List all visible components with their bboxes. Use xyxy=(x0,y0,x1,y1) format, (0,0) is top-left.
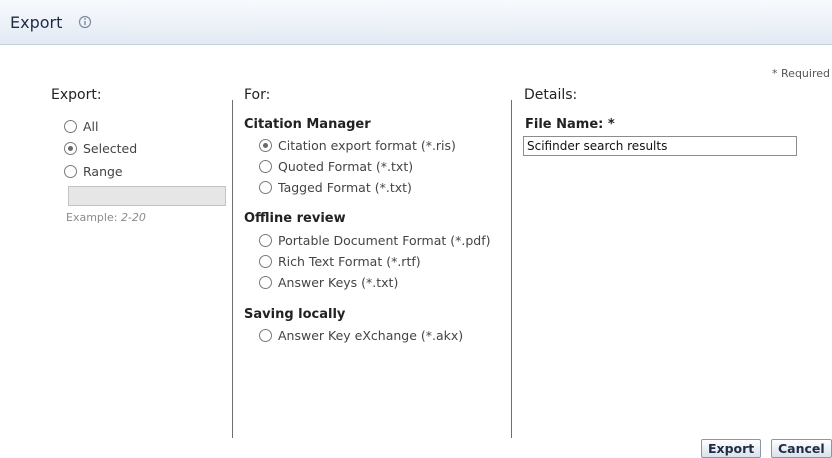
format-quoted-label: Quoted Format (*.txt) xyxy=(278,158,414,174)
column-divider-left xyxy=(232,100,233,438)
format-answer-keys-option[interactable]: Answer Keys (*.txt) xyxy=(259,273,398,291)
range-example: Example: 2-20 xyxy=(66,211,146,224)
format-answer-keys-radio[interactable] xyxy=(259,275,272,289)
export-selected-label: Selected xyxy=(83,140,138,156)
file-name-label: File Name: * xyxy=(525,117,615,132)
column-divider-right xyxy=(511,100,512,438)
format-answer-keys-label: Answer Keys (*.txt) xyxy=(278,274,399,290)
export-all-radio[interactable] xyxy=(64,119,77,133)
format-ris-label: Citation export format (*.ris) xyxy=(278,137,456,153)
format-akx-label: Answer Key eXchange (*.akx) xyxy=(278,327,464,343)
export-button[interactable]: Export xyxy=(701,439,762,458)
range-input[interactable] xyxy=(68,186,226,206)
export-all-label: All xyxy=(83,118,99,134)
export-range-option[interactable]: Range xyxy=(64,162,123,180)
format-pdf-radio[interactable] xyxy=(259,233,272,247)
details-heading: Details: xyxy=(524,87,578,103)
info-icon[interactable] xyxy=(78,15,92,29)
export-range-radio[interactable] xyxy=(64,164,77,178)
export-selected-option[interactable]: Selected xyxy=(64,139,137,157)
required-note: * Required xyxy=(772,67,830,80)
format-rtf-radio[interactable] xyxy=(259,254,272,268)
saving-locally-heading: Saving locally xyxy=(244,307,346,322)
range-example-value: 2-20 xyxy=(120,211,146,224)
for-heading: For: xyxy=(244,87,271,103)
format-ris-radio[interactable] xyxy=(259,138,272,152)
citation-manager-heading: Citation Manager xyxy=(244,117,371,132)
format-rtf-option[interactable]: Rich Text Format (*.rtf) xyxy=(259,252,421,270)
format-tagged-radio[interactable] xyxy=(259,180,272,194)
format-tagged-label: Tagged Format (*.txt) xyxy=(278,179,412,195)
format-akx-option[interactable]: Answer Key eXchange (*.akx) xyxy=(259,326,463,344)
format-pdf-option[interactable]: Portable Document Format (*.pdf) xyxy=(259,231,491,249)
export-heading: Export: xyxy=(51,87,102,103)
cancel-button[interactable]: Cancel xyxy=(771,439,832,458)
format-rtf-label: Rich Text Format (*.rtf) xyxy=(278,253,421,269)
range-example-prefix: Example: xyxy=(66,211,118,224)
format-pdf-label: Portable Document Format (*.pdf) xyxy=(278,232,491,248)
format-akx-radio[interactable] xyxy=(259,328,272,342)
format-tagged-option[interactable]: Tagged Format (*.txt) xyxy=(259,178,412,196)
format-quoted-option[interactable]: Quoted Format (*.txt) xyxy=(259,157,413,175)
file-name-input[interactable] xyxy=(523,136,797,156)
export-range-label: Range xyxy=(83,163,123,179)
export-all-option[interactable]: All xyxy=(64,117,99,135)
dialog-title-bar: Export xyxy=(0,0,832,45)
export-selected-radio[interactable] xyxy=(64,141,77,155)
format-ris-option[interactable]: Citation export format (*.ris) xyxy=(259,136,456,154)
offline-review-heading: Offline review xyxy=(244,211,346,226)
format-quoted-radio[interactable] xyxy=(259,159,272,173)
dialog-title: Export xyxy=(10,13,63,32)
